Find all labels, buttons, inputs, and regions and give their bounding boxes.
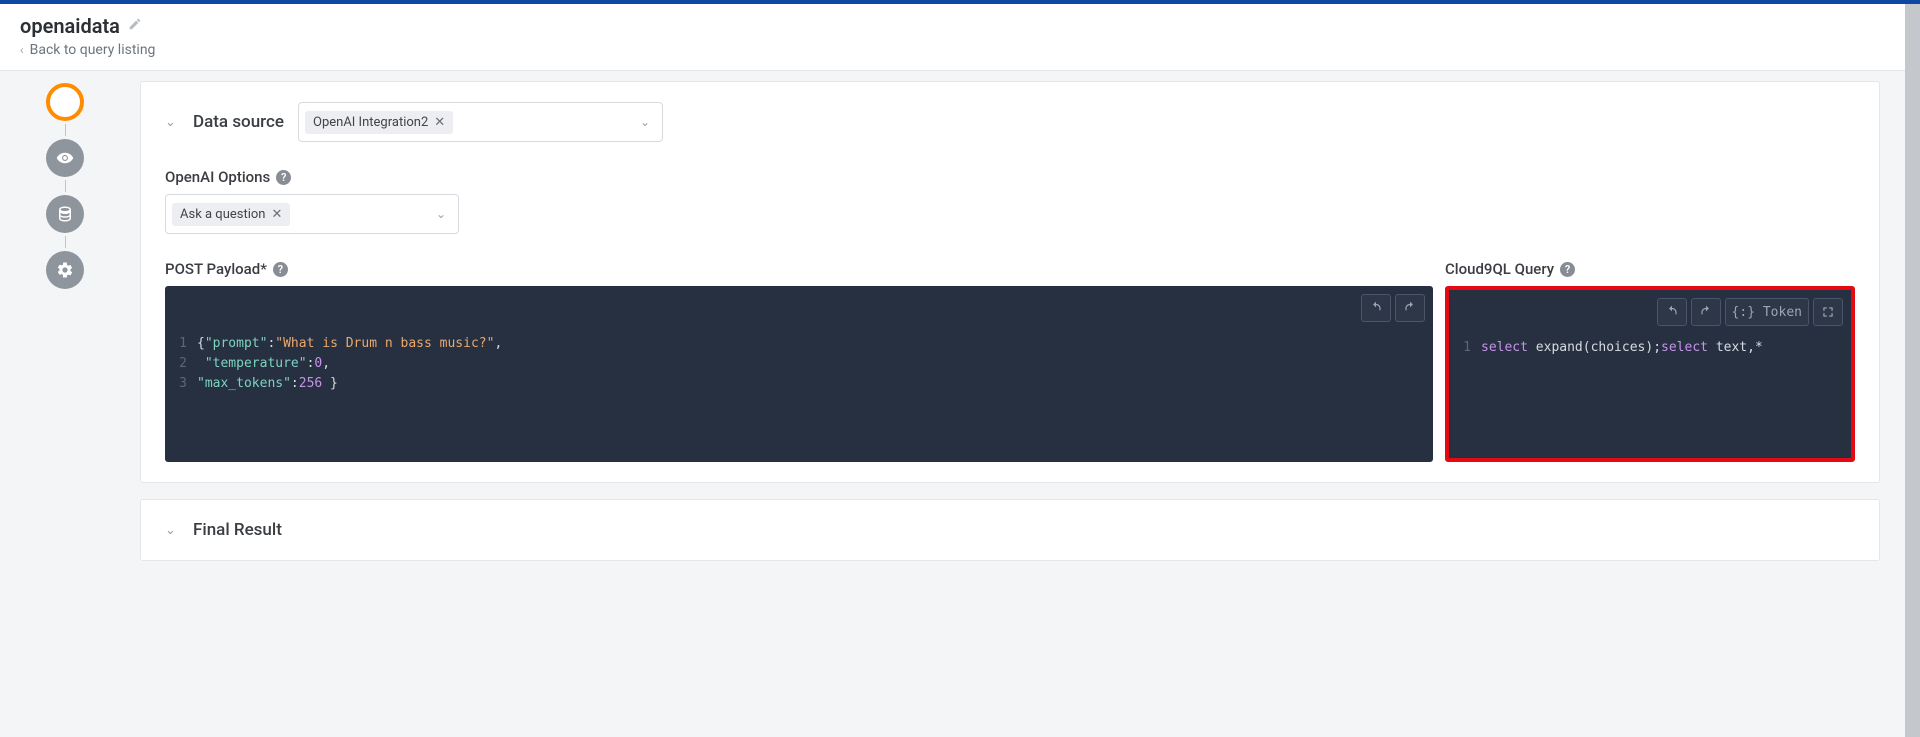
database-icon xyxy=(56,205,74,223)
chevron-down-icon[interactable]: ⌄ xyxy=(165,523,179,538)
redo-icon xyxy=(1699,305,1713,319)
page-header: openaidata ‹ Back to query listing xyxy=(0,4,1920,71)
fullscreen-button[interactable] xyxy=(1813,298,1843,326)
help-icon[interactable]: ? xyxy=(1560,262,1575,277)
undo-icon xyxy=(1665,305,1679,319)
section-title-final-result: Final Result xyxy=(193,520,282,540)
chevron-down-icon[interactable]: ⌄ xyxy=(165,115,179,130)
line-gutter: 1 xyxy=(1459,338,1481,358)
step-connector xyxy=(65,124,66,136)
line-gutter: 123 xyxy=(175,334,197,394)
code-content[interactable]: select expand(choices);select text,* xyxy=(1481,338,1841,358)
openai-options-select[interactable]: Ask a question ✕ ⌄ xyxy=(165,194,459,234)
section-title-datasource: Data source xyxy=(193,112,284,132)
step-preview[interactable] xyxy=(46,139,84,177)
chip-remove-icon[interactable]: ✕ xyxy=(271,207,282,222)
undo-button[interactable] xyxy=(1657,298,1687,326)
page-title: openaidata xyxy=(20,14,120,38)
chip-label: Ask a question xyxy=(180,207,265,222)
redo-icon xyxy=(1403,301,1417,315)
chip-remove-icon[interactable]: ✕ xyxy=(434,115,445,130)
chevron-down-icon: ⌄ xyxy=(436,207,446,221)
vertical-scrollbar[interactable] xyxy=(1905,4,1920,737)
eye-icon xyxy=(56,149,74,167)
chevron-left-icon: ‹ xyxy=(20,43,24,57)
token-button[interactable]: {:} Token xyxy=(1725,298,1809,326)
final-result-card: ⌄ Final Result xyxy=(140,499,1880,561)
datasource-chip: OpenAI Integration2 ✕ xyxy=(305,111,453,134)
redo-button[interactable] xyxy=(1691,298,1721,326)
datasource-select[interactable]: OpenAI Integration2 ✕ ⌄ xyxy=(298,102,663,142)
help-icon[interactable]: ? xyxy=(273,262,288,277)
edit-title-icon[interactable] xyxy=(128,17,142,35)
undo-icon xyxy=(1369,301,1383,315)
back-link-label: Back to query listing xyxy=(30,42,156,58)
openai-options-label: OpenAI Options ? xyxy=(165,168,1855,186)
expand-icon xyxy=(1821,305,1835,319)
gear-icon xyxy=(56,261,74,279)
post-payload-label: POST Payload* ? xyxy=(165,260,1433,278)
help-icon[interactable]: ? xyxy=(276,170,291,185)
code-content[interactable]: {"prompt":"What is Drum n bass music?", … xyxy=(197,334,1423,394)
scrollbar-thumb[interactable] xyxy=(1905,4,1920,737)
step-current[interactable] xyxy=(46,83,84,121)
redo-button[interactable] xyxy=(1395,294,1425,322)
post-payload-editor[interactable]: 123 {"prompt":"What is Drum n bass music… xyxy=(165,286,1433,462)
chip-label: OpenAI Integration2 xyxy=(313,115,428,130)
step-connector xyxy=(65,236,66,248)
data-source-card: ⌄ Data source OpenAI Integration2 ✕ ⌄ Op… xyxy=(140,81,1880,483)
step-data[interactable] xyxy=(46,195,84,233)
undo-button[interactable] xyxy=(1361,294,1391,322)
step-settings[interactable] xyxy=(46,251,84,289)
stepper-nav xyxy=(10,81,120,561)
step-connector xyxy=(65,180,66,192)
option-chip: Ask a question ✕ xyxy=(172,203,290,226)
back-link[interactable]: ‹ Back to query listing xyxy=(20,42,1900,58)
chevron-down-icon: ⌄ xyxy=(640,115,650,129)
cloud9ql-editor[interactable]: {:} Token 1 select expand(choices);selec… xyxy=(1445,286,1855,462)
cloud9ql-label: Cloud9QL Query ? xyxy=(1445,260,1855,278)
